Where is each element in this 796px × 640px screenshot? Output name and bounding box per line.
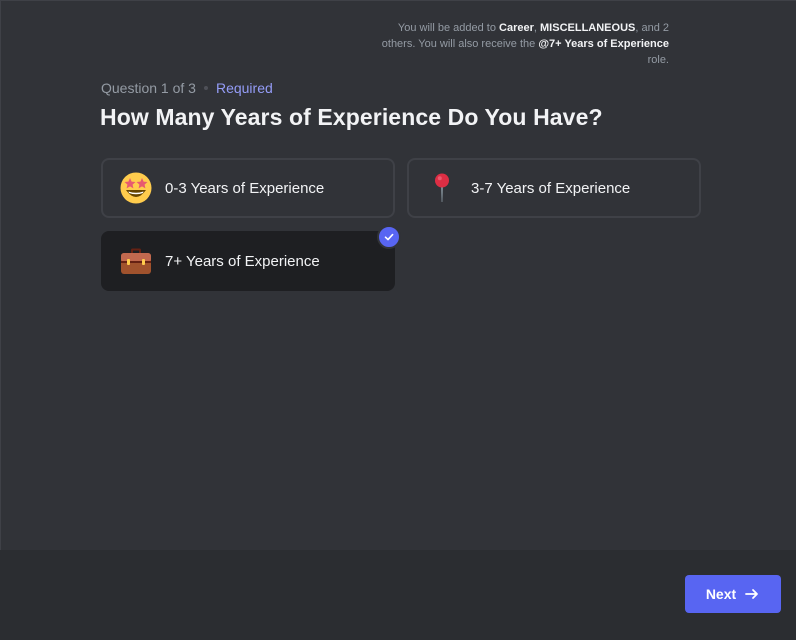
arrow-right-icon — [744, 586, 760, 602]
role-name: @7+ Years of Experience — [538, 38, 669, 50]
briefcase-icon — [119, 244, 153, 278]
footer-text-part: role. — [647, 54, 669, 66]
selected-check-icon — [377, 225, 401, 249]
option-label: 7+ Years of Experience — [165, 252, 320, 270]
round-pushpin-icon — [425, 171, 459, 205]
modal-footer — [0, 550, 796, 640]
next-button-label: Next — [705, 586, 737, 602]
next-button[interactable]: Next — [685, 575, 781, 613]
option-3-7-years[interactable]: 3-7 Years of Experience — [407, 158, 701, 218]
question-progress: Question 1 of 3 — [101, 80, 196, 96]
option-7-plus-years[interactable]: 7+ Years of Experience — [101, 225, 401, 291]
question-title: How Many Years of Experience Do You Have… — [100, 104, 603, 130]
option-label: 0-3 Years of Experience — [165, 179, 325, 197]
option-0-3-years[interactable]: 0-3 Years of Experience — [101, 158, 395, 218]
option-label: 3-7 Years of Experience — [471, 179, 631, 197]
modal-frame — [0, 0, 796, 640]
footer-summary-text: You will be added to Career, MISCELLANEO… — [369, 20, 669, 68]
footer-text-part: You will be added to — [397, 22, 500, 34]
question-header: Question 1 of 3 Required — [101, 80, 273, 96]
required-label: Required — [215, 80, 273, 96]
channel-name: MISCELLANEOUS — [540, 22, 636, 34]
separator-dot — [203, 86, 208, 90]
star-struck-emoji-icon — [119, 171, 153, 205]
channel-name: Career — [499, 22, 534, 34]
